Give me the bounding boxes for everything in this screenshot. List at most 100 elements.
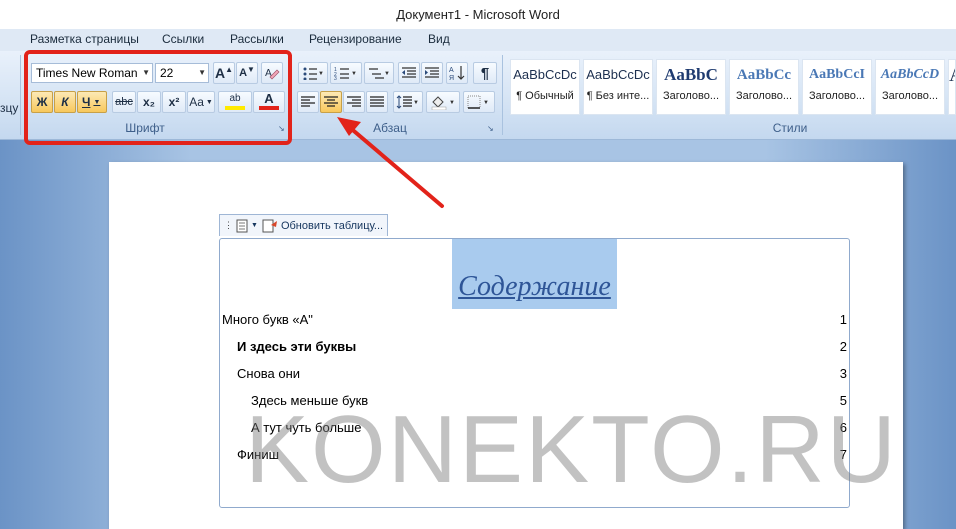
- italic-button[interactable]: К: [54, 91, 76, 113]
- document-page[interactable]: ⋮ ▼ Обновить таблицу... Содержание Много…: [109, 162, 903, 529]
- chevron-down-icon: ▼: [205, 98, 213, 106]
- highlighter-icon: ab: [229, 93, 241, 104]
- tab-review[interactable]: Рецензирование: [309, 29, 402, 51]
- multilevel-list-button[interactable]: ▼: [364, 62, 394, 84]
- table-of-contents[interactable]: Содержание Много букв «А" 1 И здесь эти …: [219, 238, 850, 508]
- style-heading-2[interactable]: AaBbCc Заголово...: [729, 59, 799, 115]
- paint-bucket-icon: ▼: [431, 96, 455, 110]
- bullet-list-icon: ▼: [303, 67, 324, 80]
- font-name-combo[interactable]: Times New Roman ▼: [31, 63, 153, 83]
- font-name-value: Times New Roman: [36, 66, 138, 80]
- clear-formatting-button[interactable]: A: [261, 62, 283, 84]
- change-case-label: Aa: [189, 95, 204, 109]
- style-normal[interactable]: AaBbCcDc ¶ Обычный: [510, 59, 580, 115]
- toc-entry[interactable]: Финиш 7: [220, 445, 849, 465]
- line-spacing-icon: ▼: [396, 95, 419, 109]
- style-heading-3[interactable]: AaBbCcI Заголово...: [802, 59, 872, 115]
- toc-toolbar: ⋮ ▼ Обновить таблицу...: [219, 214, 389, 236]
- tab-view[interactable]: Вид: [428, 29, 450, 51]
- chevron-down-icon: ▼: [198, 68, 206, 77]
- toc-entry[interactable]: Здесь меньше букв 5: [220, 391, 849, 411]
- font-size-combo[interactable]: 22 ▼: [155, 63, 209, 83]
- align-left-button[interactable]: [297, 91, 319, 113]
- decrease-indent-button[interactable]: [398, 62, 420, 84]
- sort-button[interactable]: AЯ: [446, 62, 468, 84]
- toc-entry-page: 6: [839, 420, 847, 435]
- tab-references[interactable]: Ссылки: [162, 29, 204, 51]
- line-spacing-button[interactable]: ▼: [393, 91, 423, 113]
- grow-font-button[interactable]: A ▲: [213, 62, 235, 84]
- strikethrough-button[interactable]: abc: [112, 91, 136, 113]
- chevron-down-icon[interactable]: ▼: [251, 222, 258, 229]
- toc-entry-text: Много букв «А": [222, 312, 313, 327]
- justify-button[interactable]: [366, 91, 388, 113]
- style-sample: AaBbCcD: [880, 67, 940, 82]
- highlight-color-button[interactable]: ab: [218, 91, 252, 113]
- toc-entry[interactable]: И здесь эти буквы 2: [220, 337, 849, 357]
- ribbon-separator: [20, 55, 21, 135]
- style-name: Заголово...: [881, 90, 939, 102]
- style-no-spacing[interactable]: AaBbCcDc ¶ Без инте...: [583, 59, 653, 115]
- shrink-font-icon: A: [239, 67, 248, 79]
- font-group-label: Шрифт: [125, 121, 165, 135]
- svg-text:▼: ▼: [483, 100, 489, 106]
- subscript-button[interactable]: x₂: [137, 91, 161, 113]
- toc-entry[interactable]: Много букв «А" 1: [220, 310, 849, 330]
- toc-entry-text: Снова они: [237, 366, 301, 381]
- toc-entry-page: 1: [839, 312, 847, 327]
- style-heading-4[interactable]: AaBbCcD Заголово...: [875, 59, 945, 115]
- document-icon[interactable]: [235, 219, 249, 233]
- grow-font-icon: A: [214, 65, 226, 81]
- svg-text:▼: ▼: [351, 71, 357, 77]
- toc-entry-text: И здесь эти буквы: [237, 339, 357, 354]
- pilcrow-icon: ¶: [480, 64, 490, 82]
- numbering-button[interactable]: 1 2 3 ▼: [330, 62, 362, 84]
- style-heading-1[interactable]: AaBbC Заголово...: [656, 59, 726, 115]
- numbered-list-icon: 123▼: [334, 67, 357, 80]
- toc-entry-text: Здесь меньше букв: [251, 393, 369, 408]
- style-title[interactable]: A: [948, 59, 956, 115]
- tab-page-layout[interactable]: Разметка страницы: [30, 29, 139, 51]
- style-sample: AaBbCcDc: [513, 67, 577, 82]
- style-name: ¶ Без инте...: [586, 90, 650, 102]
- svg-text:3: 3: [334, 76, 337, 80]
- clear-formatting-icon: A: [265, 68, 280, 80]
- dialog-launcher-icon[interactable]: ↘: [278, 124, 285, 133]
- ribbon-separator: [291, 55, 292, 135]
- align-center-button[interactable]: [320, 91, 342, 113]
- underline-button[interactable]: Ч ▼: [77, 91, 107, 113]
- paragraph-group-label: Абзац: [373, 121, 407, 135]
- document-workspace: ⋮ ▼ Обновить таблицу... Содержание Много…: [0, 140, 956, 529]
- style-sample: AaBbCc: [736, 67, 792, 83]
- toc-entry-text: Финиш: [237, 447, 280, 462]
- font-color-button[interactable]: A: [253, 91, 285, 113]
- drag-handle-icon[interactable]: ⋮: [224, 220, 233, 231]
- toc-title: Содержание: [452, 239, 617, 309]
- toc-entry-page: 2: [839, 339, 847, 354]
- increase-indent-button[interactable]: [421, 62, 443, 84]
- shading-button[interactable]: ▼: [426, 91, 460, 113]
- bold-button[interactable]: Ж: [31, 91, 53, 113]
- bullets-button[interactable]: ▼: [298, 62, 328, 84]
- style-name: ¶ Обычный: [516, 90, 574, 102]
- tab-mailings[interactable]: Рассылки: [230, 29, 284, 51]
- decrease-indent-icon: [402, 67, 416, 78]
- justify-icon: [370, 96, 384, 107]
- styles-group-label: Стили: [772, 121, 808, 135]
- update-table-button[interactable]: Обновить таблицу...: [281, 220, 383, 232]
- toc-entry[interactable]: Снова они 3: [220, 364, 849, 384]
- align-left-icon: [301, 96, 315, 107]
- superscript-button[interactable]: x²: [162, 91, 186, 113]
- borders-button[interactable]: ▼: [463, 91, 495, 113]
- change-case-button[interactable]: Aa ▼: [187, 91, 215, 113]
- dialog-launcher-icon[interactable]: ↘: [487, 124, 494, 133]
- borders-icon: ▼: [467, 95, 489, 109]
- multilevel-list-icon: ▼: [369, 68, 390, 79]
- show-marks-button[interactable]: ¶: [473, 62, 497, 84]
- shrink-font-button[interactable]: A ▼: [236, 62, 258, 84]
- font-color-icon: A: [264, 91, 274, 106]
- align-right-button[interactable]: [343, 91, 365, 113]
- style-name: Заголово...: [808, 90, 866, 102]
- toc-entry[interactable]: А тут чуть больше 6: [220, 418, 849, 438]
- increase-indent-icon: [425, 67, 439, 78]
